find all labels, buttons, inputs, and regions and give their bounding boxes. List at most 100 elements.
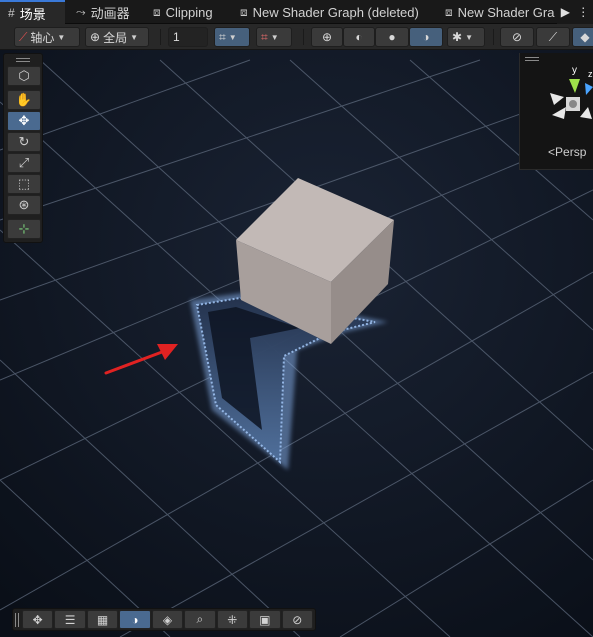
scene-canvas — [0, 50, 593, 637]
y-axis-label: y — [572, 65, 577, 76]
tab-scroll-right-icon[interactable]: ▶ — [561, 5, 570, 19]
divider — [160, 29, 161, 45]
shaded-wireframe-button[interactable]: ◐ — [343, 27, 375, 47]
visibility-icon: ⊘ — [511, 30, 523, 44]
chevron-down-icon: ▼ — [465, 32, 473, 42]
chevron-down-icon: ▼ — [228, 32, 237, 42]
tab-animator[interactable]: ⤳ 动画器 — [68, 0, 138, 24]
bottom-overlay-toolbar: ✥ ☰ ▦ ◑ ◈ ⌕ ⁜ ▣ ⊘ — [12, 608, 316, 631]
rect-tool-button[interactable]: ⬚ — [7, 174, 41, 194]
lighting-overlay-button[interactable]: ◑ — [119, 610, 151, 629]
chevron-down-icon: ▼ — [270, 32, 279, 42]
lighting-icon: ◑ — [131, 612, 139, 627]
scale-icon: ⤢ — [18, 155, 30, 170]
orientation-gizmo-panel: y z <Persp — [519, 53, 593, 170]
tab-clipping[interactable]: ⧈ Clipping — [145, 0, 221, 24]
shaded-sphere-icon: ● — [388, 30, 396, 44]
tab-label: Clipping — [165, 4, 213, 20]
scene-viewport[interactable] — [0, 50, 593, 637]
globe-icon: ⊕ — [90, 30, 101, 44]
view-cube-button[interactable]: ⬡ — [7, 66, 41, 86]
tab-label: New Shader Graph (deleted) — [252, 4, 419, 20]
rotate-icon: ↻ — [18, 134, 30, 149]
layers-button[interactable]: ◈ — [151, 610, 184, 629]
transform-icon: ⊛ — [18, 197, 30, 212]
search-button[interactable]: ⌕ — [184, 610, 216, 629]
pivot-icon: ⟋ — [19, 29, 28, 44]
more-menu-icon[interactable]: ⋮ — [577, 5, 589, 19]
increment-snap-icon: ⌗ — [261, 29, 268, 44]
gizmo-center-dot — [569, 100, 577, 108]
chevron-left-icon: < — [548, 145, 556, 159]
tab-label: New Shader Gra — [457, 4, 555, 20]
z-axis-cone[interactable] — [585, 83, 593, 95]
audio-mute-icon: ⟋ — [548, 29, 558, 44]
projection-toggle[interactable]: <Persp — [548, 145, 586, 159]
projection-label: Persp — [555, 145, 587, 159]
x-axis-cone[interactable] — [550, 93, 564, 105]
move-tool-button[interactable]: ✥ — [7, 111, 41, 131]
grid-icon: # — [8, 6, 15, 20]
tab-new-shader-graph[interactable]: ⧈ New Shader Gra — [437, 0, 562, 24]
pivot-icon: ⁜ — [227, 612, 238, 627]
grid-visibility-button[interactable]: ▦ — [86, 610, 119, 629]
drag-handle[interactable] — [15, 612, 21, 628]
search-icon: ⌕ — [196, 612, 204, 626]
camera-button[interactable]: ▣ — [249, 610, 281, 629]
audio-toggle[interactable]: ⟋ — [536, 27, 570, 47]
shader-graph-icon: ⧈ — [240, 4, 248, 19]
shaded-wireframe-icon: ◐ — [355, 30, 363, 44]
lighting-toggle[interactable]: ◑ — [409, 27, 443, 47]
layers-icon: ◈ — [162, 612, 173, 627]
space-label: 全局 — [103, 30, 128, 45]
custom-tool-icon: ⊹ — [18, 221, 30, 236]
grid-size-input[interactable] — [173, 30, 203, 44]
divider — [303, 29, 304, 45]
pivot-gizmo-button[interactable]: ⁜ — [216, 610, 249, 629]
chevron-down-icon: ▼ — [130, 32, 138, 42]
tab-scene[interactable]: # 场景 — [0, 0, 65, 24]
rect-transform-icon: ⬚ — [17, 176, 31, 191]
effects-toggle[interactable]: ◆ — [572, 27, 593, 47]
scale-tool-button[interactable]: ⤢ — [7, 153, 41, 173]
move-gizmo-button[interactable]: ✥ — [21, 610, 54, 629]
debug-draw-dropdown[interactable]: ✱ ▼ — [447, 27, 485, 47]
scene-visibility-toggle[interactable]: ⊘ — [500, 27, 534, 47]
rotate-tool-button[interactable]: ↻ — [7, 132, 41, 152]
increment-snap-toggle[interactable]: ⌗ ▼ — [256, 27, 292, 47]
shader-graph-icon: ⧈ — [445, 4, 453, 19]
chevron-down-icon: ▼ — [57, 32, 66, 42]
bug-icon: ✱ — [452, 30, 463, 44]
pivot-label: 轴心 — [30, 30, 55, 45]
compass-icon: ⊘ — [292, 612, 303, 627]
z-axis-label: z — [588, 69, 593, 79]
grid-snap-icon: ⌗ — [219, 29, 226, 44]
space-dropdown[interactable]: ⊕ 全局 ▼ — [85, 27, 149, 47]
pivot-dropdown[interactable]: ⟋ 轴心 ▼ — [14, 27, 80, 47]
transform-tool-button[interactable]: ⊛ — [7, 195, 41, 215]
custom-tool-button[interactable]: ⊹ — [7, 219, 41, 239]
move-icon: ✥ — [18, 113, 30, 128]
tab-new-shader-graph-deleted[interactable]: ⧈ New Shader Graph (deleted) — [232, 0, 427, 24]
shader-graph-icon: ⧈ — [153, 4, 161, 19]
neg-x-cone[interactable] — [580, 107, 592, 119]
settings-sliders-button[interactable]: ☰ — [54, 610, 86, 629]
tab-bar: # 场景 ⤳ 动画器 ⧈ Clipping ⧈ New Shader Graph… — [0, 0, 593, 24]
compass-button[interactable]: ⊘ — [281, 610, 313, 629]
y-axis-cone[interactable] — [569, 79, 580, 93]
cube-icon: ⬡ — [18, 68, 30, 83]
tab-label: 动画器 — [90, 5, 130, 21]
wireframe-shading-button[interactable]: ⊕ — [311, 27, 343, 47]
shaded-button[interactable]: ● — [375, 27, 409, 47]
neg-z-cone[interactable] — [552, 107, 566, 119]
camera-icon: ▣ — [259, 612, 271, 627]
tab-label: 场景 — [19, 6, 46, 22]
grid-size-field[interactable] — [168, 27, 208, 47]
drag-handle[interactable] — [7, 56, 39, 64]
hand-tool-button[interactable]: ✋ — [7, 90, 41, 110]
axis-gizmo[interactable]: y z — [520, 61, 593, 131]
effects-icon: ◆ — [580, 30, 590, 44]
wireframe-sphere-icon: ⊕ — [321, 30, 333, 44]
hand-icon: ✋ — [15, 92, 33, 107]
grid-snap-toggle[interactable]: ⌗ ▼ — [214, 27, 250, 47]
